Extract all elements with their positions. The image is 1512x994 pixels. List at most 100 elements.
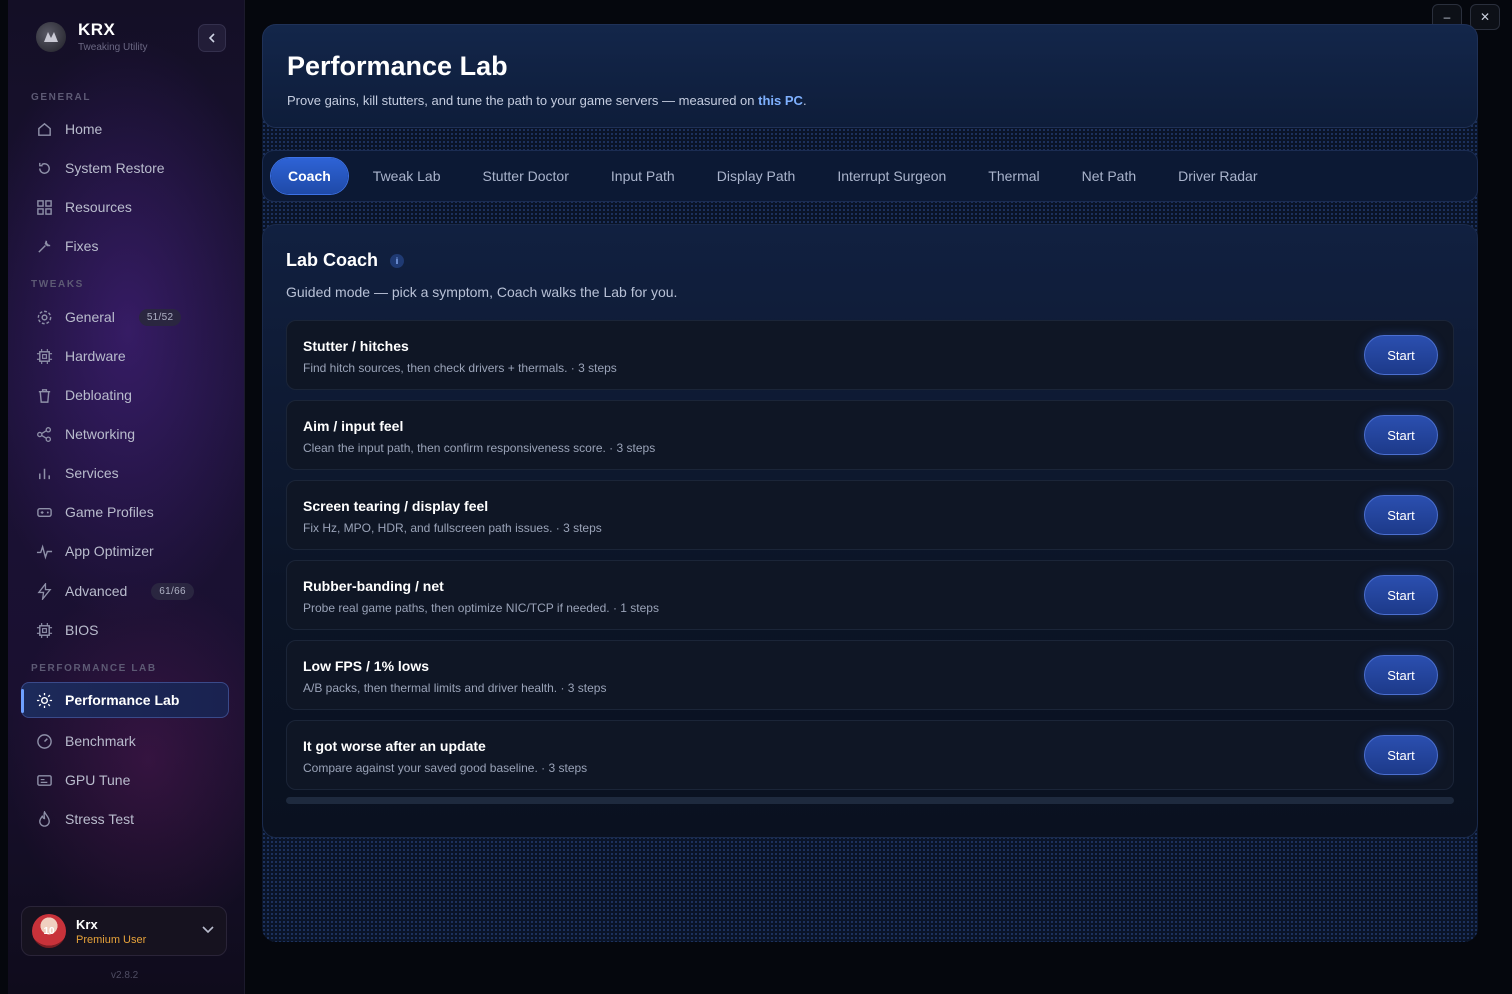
gear-icon	[35, 308, 53, 326]
wrench-icon	[35, 237, 53, 255]
symptom-description: Probe real game paths, then optimize NIC…	[303, 601, 659, 615]
sidebar-item-advanced[interactable]: Advanced 61/66	[31, 573, 229, 609]
sidebar-item-debloating[interactable]: Debloating	[31, 377, 229, 413]
sidebar-item-hardware[interactable]: Hardware	[31, 338, 229, 374]
sidebar-item-label: Advanced	[65, 583, 128, 599]
tab-driver-radar[interactable]: Driver Radar	[1161, 158, 1274, 194]
sidebar-item-label: General	[65, 309, 115, 325]
sidebar: KRX Tweaking Utility GENERAL TWEAKS PERF…	[8, 0, 245, 994]
sidebar-item-networking[interactable]: Networking	[31, 416, 229, 452]
sidebar-item-label: App Optimizer	[65, 543, 154, 559]
sidebar-item-system-restore[interactable]: System Restore	[31, 150, 229, 186]
restore-icon	[35, 159, 53, 177]
user-card[interactable]: 10 Krx Premium User	[21, 906, 227, 956]
section-subtitle: Guided mode — pick a symptom, Coach walk…	[286, 284, 678, 300]
section-general: GENERAL	[31, 92, 92, 103]
count-badge: 61/66	[151, 582, 194, 600]
tab-input-path[interactable]: Input Path	[594, 158, 692, 194]
symptom-description: A/B packs, then thermal limits and drive…	[303, 681, 607, 695]
brand-name: KRX	[78, 20, 116, 39]
subtitle-text: Prove gains, kill stutters, and tune the…	[287, 93, 759, 108]
symptom-card: Aim / input feel Clean the input path, t…	[286, 400, 1454, 470]
symptom-title: It got worse after an update	[303, 738, 486, 754]
start-button[interactable]: Start	[1364, 575, 1438, 615]
symptom-description: Fix Hz, MPO, HDR, and fullscreen path is…	[303, 521, 602, 535]
gpu-icon	[35, 771, 53, 789]
sidebar-item-fixes[interactable]: Fixes	[31, 228, 229, 264]
symptom-card: Low FPS / 1% lows A/B packs, then therma…	[286, 640, 1454, 710]
start-button[interactable]: Start	[1364, 415, 1438, 455]
tab-display-path[interactable]: Display Path	[700, 158, 813, 194]
grid-icon	[35, 198, 53, 216]
trash-icon	[35, 386, 53, 404]
sidebar-item-benchmark[interactable]: Benchmark	[31, 723, 229, 759]
start-button[interactable]: Start	[1364, 495, 1438, 535]
symptom-title: Aim / input feel	[303, 418, 404, 434]
start-button[interactable]: Start	[1364, 735, 1438, 775]
start-button[interactable]: Start	[1364, 655, 1438, 695]
lab-coach-title: Lab Coach	[286, 250, 379, 270]
version-label: v2.8.2	[111, 970, 139, 981]
info-icon[interactable]: i	[390, 253, 405, 268]
chevron-left-icon	[208, 33, 215, 43]
sidebar-item-app-optimizer[interactable]: App Optimizer	[31, 533, 229, 569]
symptom-card: It got worse after an update Compare aga…	[286, 720, 1454, 790]
symptom-description: Find hitch sources, then check drivers +…	[303, 361, 617, 375]
tab-coach[interactable]: Coach	[271, 158, 348, 194]
sidebar-item-game-profiles[interactable]: Game Profiles	[31, 494, 229, 530]
subtitle-suffix: .	[802, 93, 807, 108]
sidebar-item-home[interactable]: Home	[31, 111, 229, 147]
sidebar-item-gpu-tune[interactable]: GPU Tune	[31, 762, 229, 798]
sidebar-item-label: System Restore	[65, 160, 165, 176]
pulse-icon	[35, 542, 53, 560]
sidebar-item-resources[interactable]: Resources	[31, 189, 229, 225]
sun-icon	[35, 691, 53, 709]
horizontal-scrollbar[interactable]	[286, 797, 1454, 804]
avatar: 10	[32, 914, 66, 948]
sidebar-item-services[interactable]: Services	[31, 455, 229, 491]
symptom-description: Clean the input path, then confirm respo…	[303, 441, 656, 455]
page-subtitle: Prove gains, kill stutters, and tune the…	[287, 93, 807, 108]
close-icon[interactable]: ✕	[1470, 4, 1500, 30]
share-icon	[35, 425, 53, 443]
symptom-card: Screen tearing / display feel Fix Hz, MP…	[286, 480, 1454, 550]
sidebar-item-label: Home	[65, 121, 103, 137]
tab-thermal[interactable]: Thermal	[971, 158, 1056, 194]
chip-icon	[35, 347, 53, 365]
brand: KRX Tweaking Utility	[36, 20, 147, 53]
page-title: Performance Lab	[287, 51, 508, 81]
home-icon	[35, 120, 53, 138]
symptom-description: Compare against your saved good baseline…	[303, 761, 588, 775]
sidebar-item-label: GPU Tune	[65, 772, 131, 788]
sidebar-item-label: BIOS	[65, 622, 99, 638]
count-badge: 51/52	[138, 308, 182, 326]
sidebar-item-label: Benchmark	[65, 733, 136, 749]
sidebar-item-label: Game Profiles	[65, 504, 154, 520]
tab-interrupt-surgeon[interactable]: Interrupt Surgeon	[820, 158, 963, 194]
symptom-card: Stutter / hitches Find hitch sources, th…	[286, 320, 1454, 390]
sidebar-item-stress-test[interactable]: Stress Test	[31, 801, 229, 837]
tab-stutter-doctor[interactable]: Stutter Doctor	[466, 158, 586, 194]
chevron-down-icon[interactable]	[202, 923, 214, 937]
sidebar-item-performance-lab[interactable]: Performance Lab	[21, 682, 229, 718]
symptom-card: Rubber-banding / net Probe real game pat…	[286, 560, 1454, 630]
start-button[interactable]: Start	[1364, 335, 1438, 375]
page-header: Performance Lab Prove gains, kill stutte…	[262, 24, 1478, 128]
section-title: Lab Coach i	[286, 250, 405, 271]
bars-icon	[35, 464, 53, 482]
subtitle-highlight: this PC	[758, 93, 803, 108]
sidebar-item-label: Services	[65, 465, 119, 481]
symptom-title: Stutter / hitches	[303, 338, 409, 354]
tab-tweak-lab[interactable]: Tweak Lab	[356, 158, 458, 194]
sidebar-item-bios[interactable]: BIOS	[31, 612, 229, 648]
sidebar-item-label: Hardware	[65, 348, 126, 364]
bolt-icon	[35, 582, 53, 600]
symptom-title: Rubber-banding / net	[303, 578, 444, 594]
collapse-sidebar-button[interactable]	[198, 24, 226, 52]
sidebar-item-label: Debloating	[65, 387, 132, 403]
flame-icon	[35, 810, 53, 828]
brand-subtitle: Tweaking Utility	[78, 42, 148, 53]
tab-net-path[interactable]: Net Path	[1065, 158, 1153, 194]
section-performance-lab: PERFORMANCE LAB	[31, 663, 157, 674]
sidebar-item-general[interactable]: General 51/52	[31, 299, 229, 335]
